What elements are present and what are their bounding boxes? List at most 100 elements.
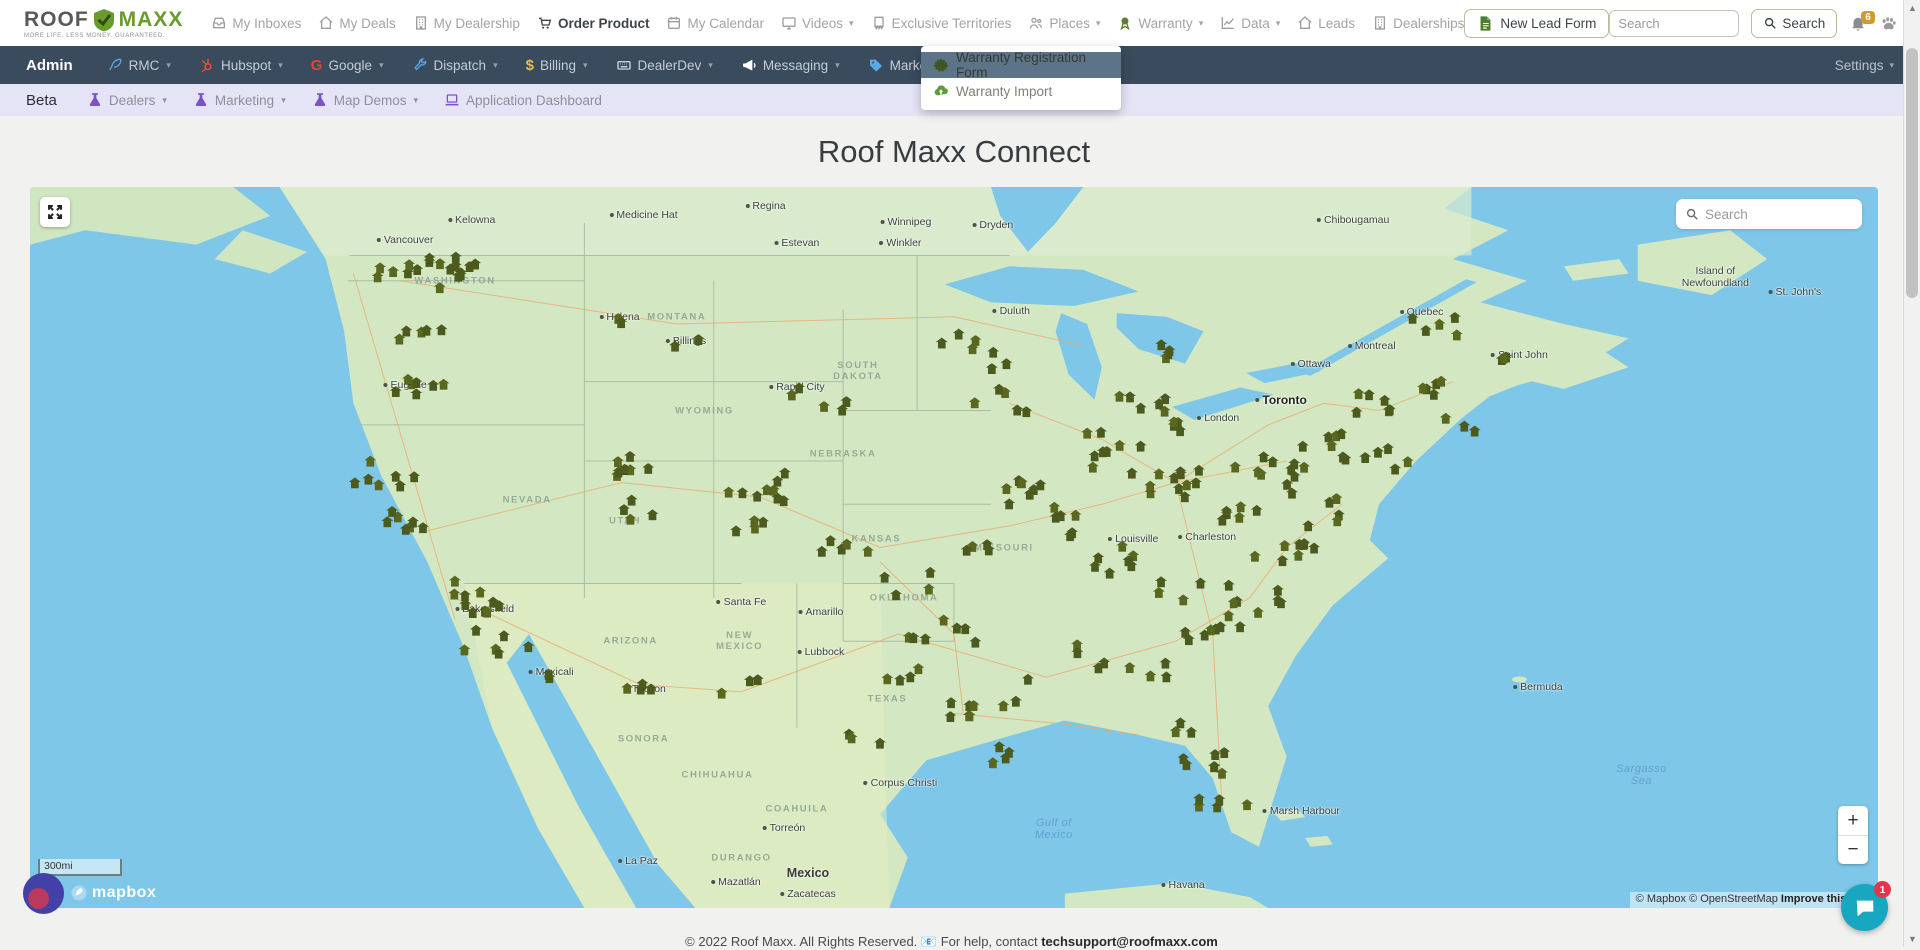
nav-item-label: Exclusive Territories <box>892 16 1012 31</box>
chart-icon <box>1220 15 1236 31</box>
nav-item-exclusive-territories[interactable]: Exclusive Territories <box>871 15 1012 31</box>
beta-item-label: Dealers <box>109 93 156 108</box>
nav-item-order-product[interactable]: Order Product <box>537 15 650 31</box>
nav-item-my-inboxes[interactable]: My Inboxes <box>211 15 301 31</box>
mapbox-logo-text: mapbox <box>92 884 156 902</box>
roofmaxx-logo[interactable]: ROOF MAXX MORE LIFE. LESS MONEY. GUARANT… <box>24 8 183 39</box>
admin-title: Admin <box>26 57 73 74</box>
scrollbar-down-arrow[interactable]: ▼ <box>1904 931 1920 947</box>
calendar-icon <box>666 15 682 31</box>
nav-item-label: My Calendar <box>687 16 764 31</box>
main-nav: My Inboxes My Deals My Dealership Order Pro… <box>211 15 1464 31</box>
caret-down-icon: ▾ <box>414 95 419 106</box>
caret-down-icon: ▾ <box>493 60 498 71</box>
admin-item-rmc[interactable]: RMC▾ <box>107 57 171 73</box>
paw-icon[interactable] <box>1879 14 1898 33</box>
caret-down-icon: ▾ <box>1199 18 1204 29</box>
building-icon <box>1372 15 1388 31</box>
nav-item-label: Places <box>1049 16 1090 31</box>
admin-item-label: Messaging <box>763 58 828 73</box>
beta-item-label: Map Demos <box>334 93 407 108</box>
attrib-osm-link[interactable]: © OpenStreetMap <box>1689 893 1778 905</box>
mapbox-logo[interactable]: mapbox <box>70 884 156 902</box>
nav-item-data[interactable]: Data▾ <box>1220 15 1280 31</box>
rosette-icon <box>933 57 949 73</box>
admin-item-dispatch[interactable]: Dispatch ▾ <box>412 57 498 73</box>
caret-down-icon: ▾ <box>835 60 840 71</box>
nav-item-leads[interactable]: Leads <box>1297 15 1355 31</box>
new-lead-form-button[interactable]: New Lead Form <box>1464 9 1609 38</box>
map-search-icon <box>1685 207 1699 221</box>
roofmaxx-connect-map[interactable]: WASHINGTONMONTANAWYOMINGSOUTH DAKOTANEBR… <box>30 187 1878 908</box>
flask-icon <box>193 92 209 108</box>
roofmaxx-shield-icon <box>91 8 117 32</box>
menu-item-warranty-registration-form[interactable]: Warranty Registration Form <box>921 52 1121 78</box>
beta-nav: Dealers ▾ Marketing ▾ Map Demos ▾ Application … <box>87 92 602 108</box>
global-search-button-label: Search <box>1782 16 1825 31</box>
nav-item-my-calendar[interactable]: My Calendar <box>666 15 764 31</box>
warranty-dropdown-menu: Warranty Registration Form Warranty Impor… <box>921 46 1121 110</box>
tag-icon <box>868 57 884 73</box>
beta-item-label: Marketing <box>215 93 274 108</box>
nav-item-label: My Deals <box>339 16 395 31</box>
caret-down-icon: ▾ <box>379 60 384 71</box>
menu-item-label: Warranty Import <box>956 84 1052 99</box>
caret-down-icon: ▾ <box>162 95 167 106</box>
people-icon <box>1028 15 1044 31</box>
beta-item-map-demos[interactable]: Map Demos ▾ <box>312 92 418 108</box>
nav-item-warranty[interactable]: Warranty ▾ <box>1117 15 1203 31</box>
chat-launcher-button[interactable]: 1 <box>1841 884 1888 931</box>
scrollbar-up-arrow[interactable]: ▲ <box>1904 0 1920 16</box>
map-search-box[interactable] <box>1676 199 1862 229</box>
zoom-out-button[interactable]: − <box>1838 835 1868 864</box>
map-search-input[interactable] <box>1705 207 1845 222</box>
laptop-icon <box>444 92 460 108</box>
page-scrollbar[interactable]: ▲ ▼ <box>1903 0 1920 947</box>
admin-item-hubspot[interactable]: Hubspot▾ <box>199 57 283 73</box>
admin-item-google[interactable]: GGoogle▾ <box>311 57 384 74</box>
notifications-button[interactable]: 6 <box>1849 14 1867 32</box>
stamp-icon <box>871 15 887 31</box>
scrollbar-thumb[interactable] <box>1906 48 1918 298</box>
home-icon <box>1297 15 1313 31</box>
logo-word-roof: ROOF <box>24 8 89 32</box>
nav-item-label: Dealerships <box>1393 16 1464 31</box>
map-zoom-controls: + − <box>1838 806 1868 864</box>
global-search-button[interactable]: Search <box>1751 9 1837 38</box>
caret-down-icon: ▾ <box>281 95 286 106</box>
zoom-in-button[interactable]: + <box>1838 806 1868 835</box>
sprocket-icon <box>199 57 215 73</box>
nav-item-dealerships[interactable]: Dealerships <box>1372 15 1464 31</box>
nav-item-my-deals[interactable]: My Deals <box>318 15 395 31</box>
accessibility-widget-button[interactable] <box>23 873 64 914</box>
admin-item-dealerdev[interactable]: DealerDev▾ <box>616 57 713 73</box>
nav-item-label: My Dealership <box>434 16 520 31</box>
menu-item-warranty-import[interactable]: Warranty Import <box>921 78 1121 104</box>
flask-icon <box>312 92 328 108</box>
settings-label: Settings <box>1835 58 1884 73</box>
beta-item-application-dashboard[interactable]: Application Dashboard <box>444 92 602 108</box>
attrib-mapbox-link[interactable]: © Mapbox <box>1636 893 1686 905</box>
new-lead-file-icon <box>1477 15 1494 32</box>
admin-item-messaging[interactable]: Messaging ▾ <box>741 57 840 73</box>
admin-item-label: Billing <box>540 58 576 73</box>
award-icon <box>1117 15 1133 31</box>
logo-tagline: MORE LIFE. LESS MONEY. GUARANTEED. <box>24 33 183 39</box>
cloudup-icon <box>933 83 949 99</box>
map-fullscreen-button[interactable] <box>40 197 70 227</box>
global-search-input[interactable] <box>1609 10 1739 37</box>
monitor-icon <box>781 15 797 31</box>
admin-item-label: Dispatch <box>434 58 487 73</box>
nav-item-label: Warranty <box>1138 16 1192 31</box>
settings-menu[interactable]: Settings ▾ <box>1835 58 1894 73</box>
chat-bubble-icon <box>1854 897 1876 919</box>
beta-item-marketing[interactable]: Marketing ▾ <box>193 92 286 108</box>
notification-count-badge: 6 <box>1861 11 1875 24</box>
beta-item-dealers[interactable]: Dealers ▾ <box>87 92 167 108</box>
nav-item-places[interactable]: Places▾ <box>1028 15 1100 31</box>
page-footer: © 2022 Roof Maxx. All Rights Reserved. 📧… <box>0 934 1903 950</box>
nav-item-videos[interactable]: Videos▾ <box>781 15 854 31</box>
admin-item-billing[interactable]: $Billing▾ <box>526 57 588 74</box>
nav-item-my-dealership[interactable]: My Dealership <box>413 15 520 31</box>
cart-icon <box>537 15 553 31</box>
